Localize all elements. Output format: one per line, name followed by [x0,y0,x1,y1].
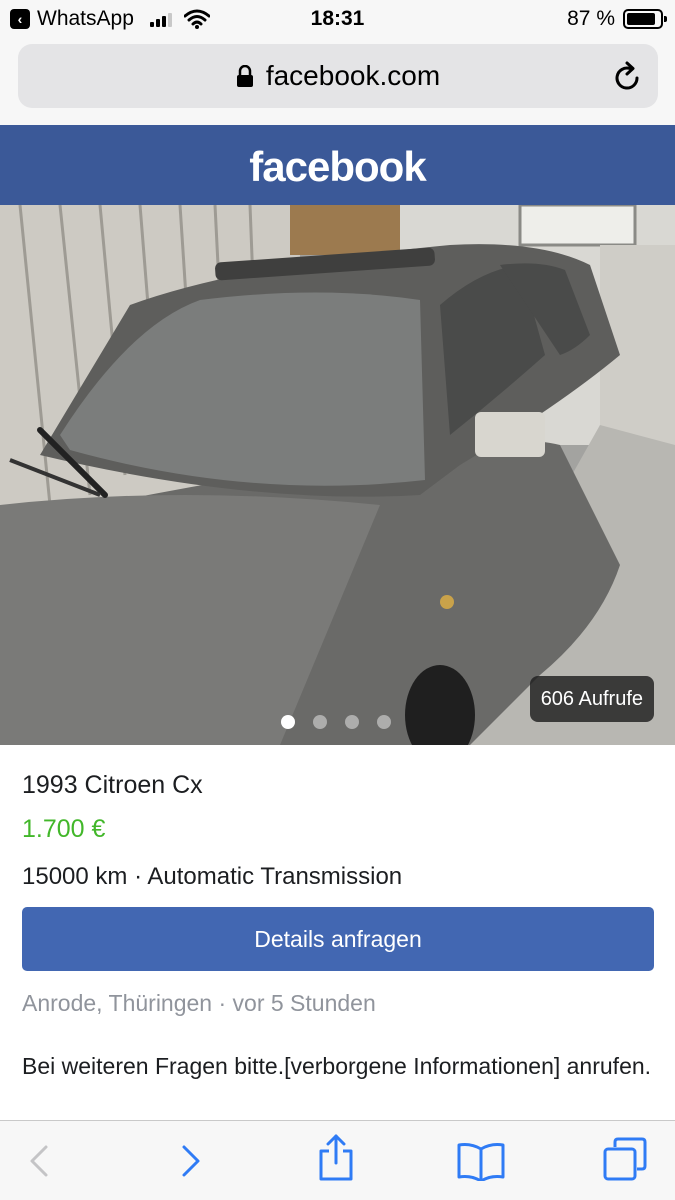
address-content[interactable]: facebook.com [18,60,658,92]
listing-description: Bei weiteren Fragen bitte.[verborgene In… [22,1053,652,1079]
browser-toolbar [0,1120,675,1200]
lock-icon [236,65,253,87]
browser-chrome: facebook.com [0,40,675,125]
pagination-dot[interactable] [281,715,295,729]
tabs-icon[interactable] [603,1137,647,1181]
status-bar: ‹ WhatsApp 18:31 87 % [0,0,675,40]
bookmarks-icon[interactable] [456,1141,506,1181]
facebook-logo[interactable]: facebook [0,143,675,191]
battery-percent: 87 % [567,7,615,30]
listing-location[interactable]: Anrode, Thüringen · vor 5 Stunden [22,990,376,1017]
pagination-dot[interactable] [313,715,327,729]
battery-icon [623,9,667,29]
status-right: 87 % [567,7,667,31]
back-icon[interactable] [20,1141,60,1181]
listing-title: 1993 Citroen Cx [22,771,203,799]
reload-icon[interactable] [612,60,642,92]
pagination-dot[interactable] [377,715,391,729]
facebook-header: facebook [0,125,675,205]
battery-tip [664,16,667,22]
address-bar[interactable]: facebook.com [18,44,658,108]
views-badge: 606 Aufrufe [529,676,654,722]
url-text[interactable]: facebook.com [266,60,440,92]
forward-icon[interactable] [170,1141,210,1181]
request-details-button[interactable]: Details anfragen [22,907,654,971]
share-icon[interactable] [316,1133,356,1181]
listing-specs: 15000 km · Automatic Transmission [22,863,403,890]
battery-fill [627,13,655,25]
listing-photo[interactable]: 606 Aufrufe [0,205,675,745]
photo-pagination[interactable] [281,715,409,729]
car-photo-illustration [0,205,675,745]
listing-price: 1.700 € [22,815,106,843]
pagination-dot[interactable] [345,715,359,729]
